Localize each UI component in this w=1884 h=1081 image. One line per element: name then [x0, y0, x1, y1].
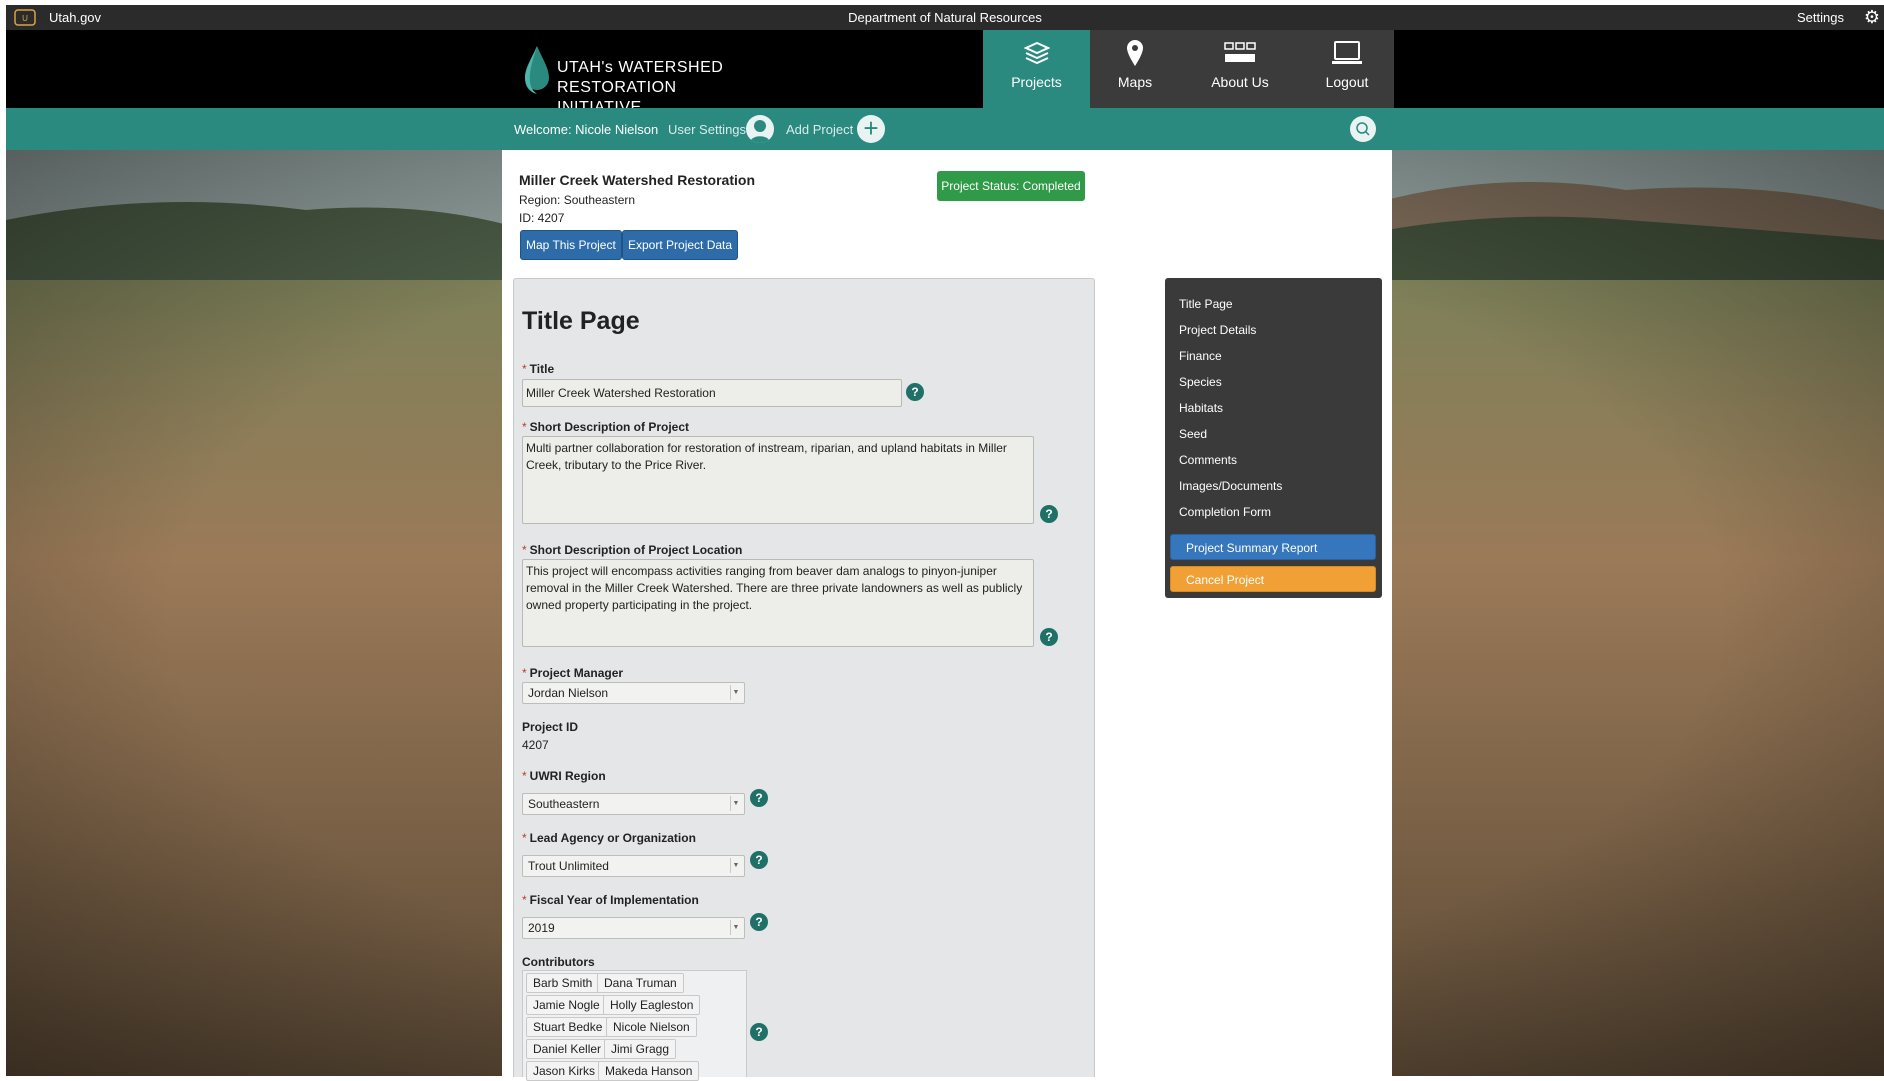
contributor-chip[interactable]: Jimi Gragg — [604, 1039, 677, 1059]
contributor-chip[interactable]: Daniel Keller — [526, 1039, 609, 1059]
lead-agency-select[interactable]: Trout Unlimited ▼ — [522, 855, 745, 877]
project-summary-report-button[interactable]: Project Summary Report — [1170, 534, 1376, 560]
side-menu-images-documents[interactable]: Images/Documents — [1179, 479, 1282, 493]
side-menu-completion-form[interactable]: Completion Form — [1179, 505, 1271, 519]
map-this-project-button[interactable]: Map This Project — [520, 230, 622, 260]
project-manager-label: * Project Manager — [522, 666, 624, 680]
contributor-chip[interactable]: Stuart Bedke — [526, 1017, 610, 1037]
project-id: ID: 4207 — [519, 211, 565, 225]
map-pin-icon — [1127, 40, 1143, 66]
help-icon-region[interactable]: ? — [750, 789, 768, 807]
help-icon-title[interactable]: ? — [906, 383, 924, 401]
contributor-chip[interactable]: Nicole Nielson — [606, 1017, 697, 1037]
side-menu-species[interactable]: Species — [1179, 375, 1222, 389]
department-name: Department of Natural Resources — [848, 10, 1042, 25]
side-menu-comments[interactable]: Comments — [1179, 453, 1237, 467]
settings-link[interactable]: Settings — [1797, 10, 1844, 25]
side-menu-project-details[interactable]: Project Details — [1179, 323, 1256, 337]
location-description-textarea[interactable]: This project will encompass activities r… — [522, 559, 1034, 647]
help-icon-contributors[interactable]: ? — [750, 1023, 768, 1041]
grid-icon — [1224, 42, 1256, 62]
side-menu-seed[interactable]: Seed — [1179, 427, 1207, 441]
lead-agency-label: * Lead Agency or Organization — [522, 831, 696, 845]
contributor-chip[interactable]: Jason Kirks — [526, 1061, 603, 1081]
contributors-label: Contributors — [522, 955, 595, 969]
nav-logout-label: Logout — [1325, 74, 1369, 90]
site-header: UTAH's WATERSHED RESTORATION INITIATIVE … — [6, 30, 1884, 116]
project-manager-select[interactable]: Jordan Nielson ▼ — [522, 682, 745, 704]
help-icon-agency[interactable]: ? — [750, 851, 768, 869]
help-icon-fiscal-year[interactable]: ? — [750, 913, 768, 931]
cancel-project-button[interactable]: Cancel Project — [1170, 566, 1376, 592]
welcome-bar: Welcome: Nicole Nielson User Settings Ad… — [6, 108, 1884, 150]
welcome-text: Welcome: Nicole Nielson — [514, 122, 659, 137]
layers-icon — [1023, 41, 1050, 65]
contributor-chip[interactable]: Holly Eagleston — [603, 995, 701, 1015]
project-title: Miller Creek Watershed Restoration — [519, 172, 755, 188]
help-icon-location[interactable]: ? — [1040, 628, 1058, 646]
title-label: * Title — [522, 362, 555, 376]
chevron-down-icon: ▼ — [730, 858, 741, 873]
nav-projects[interactable]: Projects — [983, 30, 1090, 108]
project-id-label: Project ID — [522, 720, 579, 734]
status-badge: Project Status: Completed — [937, 171, 1085, 201]
contributor-chip[interactable]: Barb Smith — [526, 973, 600, 993]
utah-gov-bar: U Utah.gov Department of Natural Resourc… — [6, 5, 1884, 30]
nav-maps[interactable]: Maps — [1090, 30, 1180, 108]
brand-line-1: UTAH's WATERSHED — [557, 59, 724, 76]
contributor-chip[interactable]: Jamie Nogle — [526, 995, 607, 1015]
add-project-link[interactable]: Add Project — [786, 122, 853, 137]
project-region: Region: Southeastern — [519, 193, 636, 207]
fiscal-year-select[interactable]: 2019 ▼ — [522, 917, 745, 939]
help-icon-short-description[interactable]: ? — [1040, 505, 1058, 523]
contributor-chip[interactable]: Dana Truman — [597, 973, 684, 993]
main-nav: Projects Maps About Us Logout — [983, 30, 1394, 108]
fiscal-year-label: * Fiscal Year of Implementation — [522, 893, 699, 907]
short-description-textarea[interactable]: Multi partner collaboration for restorat… — [522, 436, 1034, 524]
water-drop-icon — [525, 46, 549, 94]
laptop-icon — [1332, 41, 1362, 64]
nav-projects-label: Projects — [1011, 74, 1062, 90]
project-side-menu: Title Page Project Details Finance Speci… — [1165, 278, 1382, 598]
nav-about-us[interactable]: About Us — [1180, 30, 1300, 108]
plus-icon[interactable]: + — [857, 115, 885, 143]
uwri-region-label: * UWRI Region — [522, 769, 606, 783]
nav-maps-label: Maps — [1117, 74, 1153, 90]
side-menu-title-page[interactable]: Title Page — [1179, 297, 1233, 311]
gear-icon[interactable]: ⚙ — [1864, 7, 1880, 27]
location-description-label: * Short Description of Project Location — [522, 543, 743, 557]
user-settings-link[interactable]: User Settings — [668, 122, 746, 137]
chevron-down-icon: ▼ — [730, 796, 741, 811]
chevron-down-icon: ▼ — [730, 920, 741, 935]
contributor-chip[interactable]: Makeda Hanson — [598, 1061, 700, 1081]
search-icon[interactable] — [1350, 116, 1376, 142]
side-menu-finance[interactable]: Finance — [1179, 349, 1222, 363]
uwri-region-select[interactable]: Southeastern ▼ — [522, 793, 745, 815]
chevron-down-icon: ▼ — [730, 685, 741, 700]
nav-logout[interactable]: Logout — [1300, 30, 1394, 108]
project-id-value: 4207 — [522, 738, 549, 752]
export-project-data-button[interactable]: Export Project Data — [622, 230, 739, 260]
page-title: Title Page — [522, 307, 640, 335]
title-input[interactable]: Miller Creek Watershed Restoration — [522, 379, 902, 407]
short-description-label: * Short Description of Project — [522, 420, 690, 434]
user-avatar-icon[interactable] — [746, 115, 774, 143]
uwri-logo[interactable]: UTAH's WATERSHED RESTORATION INITIATIVE — [521, 42, 751, 116]
side-menu-habitats[interactable]: Habitats — [1179, 401, 1223, 415]
nav-about-us-label: About Us — [1211, 74, 1269, 90]
